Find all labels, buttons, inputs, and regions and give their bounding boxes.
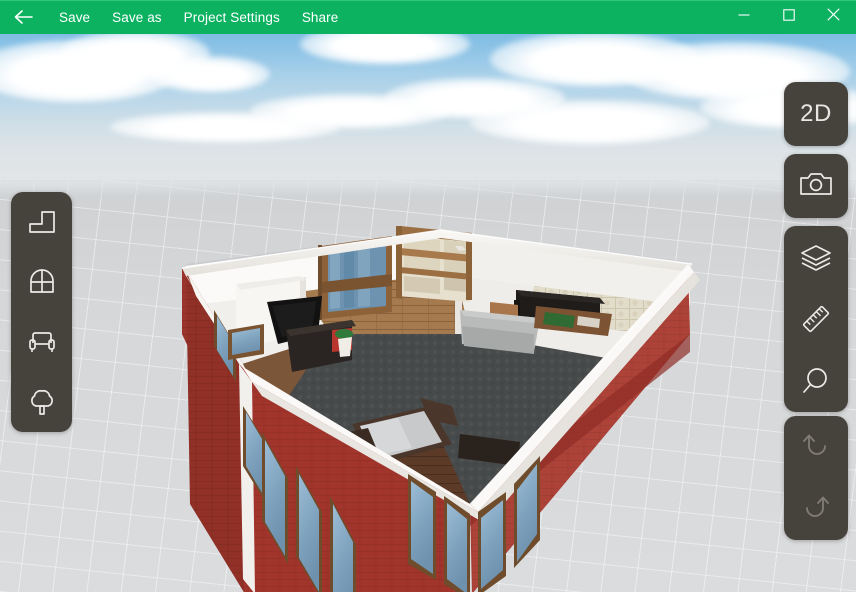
close-icon	[827, 8, 840, 26]
menu-save[interactable]: Save	[48, 0, 101, 34]
title-bar: Save Save as Project Settings Share	[0, 0, 856, 34]
view-mode-label: 2D	[800, 100, 832, 127]
camera-icon	[799, 170, 833, 203]
undo-button[interactable]	[784, 416, 848, 478]
tool-outdoor[interactable]	[12, 372, 72, 432]
screenshot-button[interactable]	[784, 154, 848, 218]
history-toolbar	[784, 416, 848, 540]
left-toolbar	[11, 192, 72, 432]
menu-share[interactable]: Share	[291, 0, 350, 34]
tree-icon	[27, 387, 57, 417]
maximize-icon	[782, 8, 795, 26]
tool-rooms[interactable]	[12, 192, 72, 252]
tool-openings[interactable]	[12, 252, 72, 312]
window-arch-icon	[27, 267, 57, 297]
window-controls	[721, 0, 856, 34]
titlebar-top-highlight	[0, 0, 856, 1]
right-toolbar	[784, 226, 848, 412]
tool-measure[interactable]	[784, 288, 848, 350]
tool-furniture[interactable]	[12, 312, 72, 372]
arrow-left-icon	[13, 8, 35, 26]
view-mode-2d-button[interactable]: 2D	[784, 82, 848, 146]
minimize-button[interactable]	[721, 0, 766, 34]
layers-icon	[800, 243, 832, 271]
maximize-button[interactable]	[766, 0, 811, 34]
ruler-icon	[800, 303, 832, 335]
3d-scene-viewport[interactable]	[0, 34, 856, 592]
tool-levels[interactable]	[784, 226, 848, 288]
tool-zoom[interactable]	[784, 350, 848, 412]
menu-project-settings[interactable]: Project Settings	[173, 0, 291, 34]
redo-arrow-icon	[800, 494, 832, 524]
magnifier-icon	[800, 365, 832, 397]
armchair-icon	[27, 327, 57, 357]
menu-save-as[interactable]: Save as	[101, 0, 172, 34]
minimize-icon	[738, 8, 750, 26]
house-model[interactable]	[0, 34, 856, 592]
back-button[interactable]	[0, 0, 48, 34]
undo-arrow-icon	[800, 432, 832, 462]
close-button[interactable]	[811, 0, 856, 34]
room-shape-icon	[27, 207, 57, 237]
redo-button[interactable]	[784, 478, 848, 540]
